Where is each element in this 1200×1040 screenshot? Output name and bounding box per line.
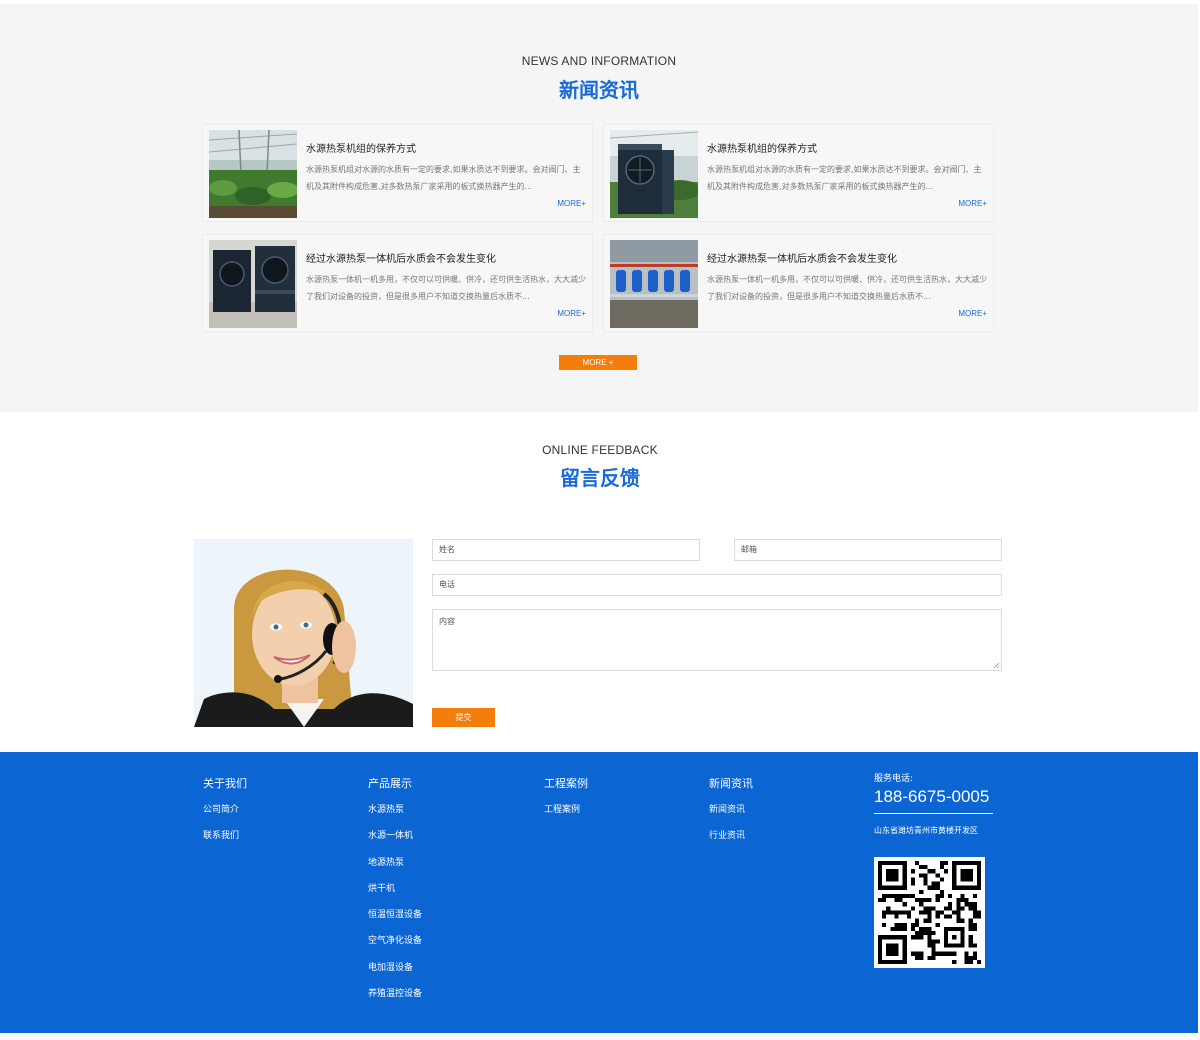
content-field[interactable]: 内容 (432, 609, 1002, 671)
feedback-title-en: ONLINE FEEDBACK (542, 443, 658, 457)
news-card-title[interactable]: 水源热泵机组的保养方式 (707, 140, 817, 155)
content-field-placeholder: 内容 (439, 617, 455, 626)
resize-handle-icon[interactable] (993, 662, 1000, 669)
footer-link[interactable]: 电加湿设备 (368, 961, 422, 987)
footer-column-head[interactable]: 新闻资讯 (709, 775, 753, 791)
footer-link[interactable]: 水源一体机 (368, 829, 422, 855)
qr-code (874, 857, 985, 968)
name-field-placeholder: 姓名 (439, 545, 455, 554)
news-card-more-link[interactable]: MORE+ (958, 309, 987, 318)
footer-column-products: 产品展示 水源热泵 水源一体机 地源热泵 烘干机 恒温恒湿设备 空气净化设备 电… (368, 775, 422, 1013)
news-card[interactable]: 水源热泵机组的保养方式 水源热泵机组对水源的水质有一定的要求,如果水质达不到要求… (603, 124, 994, 222)
news-card-title[interactable]: 经过水源热泵一体机后水质会不会发生变化 (707, 250, 897, 265)
news-card[interactable]: 水源热泵机组的保养方式 水源热泵机组对水源的水质有一定的要求,如果水质达不到要求… (202, 124, 593, 222)
footer-link[interactable]: 工程案例 (544, 803, 588, 829)
footer-link[interactable]: 新闻资讯 (709, 803, 753, 829)
footer-contact: 服务电话: 188-6675-0005 山东省潍坊青州市黄楼开发区 (874, 771, 994, 836)
pump-room-photo[interactable] (610, 240, 698, 328)
footer-column-about: 关于我们 公司简介 联系我们 (203, 775, 247, 856)
news-card-desc: 水源热泵一体机一机多用，不仅可以可供暖、供冷，还可供生活热水，大大减少了我们对设… (707, 275, 987, 301)
name-field[interactable]: 姓名 (432, 539, 700, 561)
news-title-en: NEWS AND INFORMATION (521, 54, 677, 68)
news-more-button[interactable]: MORE + (559, 355, 637, 370)
news-card-more-link[interactable]: MORE+ (557, 309, 586, 318)
heat-pump-units-photo[interactable] (209, 240, 297, 328)
footer-link[interactable]: 行业资讯 (709, 829, 753, 855)
company-address: 山东省潍坊青州市黄楼开发区 (874, 826, 978, 835)
footer-link[interactable]: 联系我们 (203, 829, 247, 855)
feedback-title-cn: 留言反馈 (560, 466, 640, 490)
news-card[interactable]: 经过水源热泵一体机后水质会不会发生变化 水源热泵一体机一机多用，不仅可以可供暖、… (202, 234, 593, 332)
footer-link[interactable]: 烘干机 (368, 882, 422, 908)
greenhouse-photo[interactable] (209, 130, 297, 218)
service-phone-number: 188-6675-0005 (874, 787, 993, 814)
news-card[interactable]: 经过水源热泵一体机后水质会不会发生变化 水源热泵一体机一机多用，不仅可以可供暖、… (603, 234, 994, 332)
news-section: NEWS AND INFORMATION 新闻资讯 水源热泵机组的保养方式 水源… (0, 4, 1198, 412)
service-phone-label: 服务电话: (874, 774, 914, 784)
customer-service-photo (194, 539, 413, 727)
phone-field-placeholder: 电话 (439, 580, 455, 589)
footer-column-cases: 工程案例 工程案例 (544, 775, 588, 829)
footer-link[interactable]: 水源热泵 (368, 803, 422, 829)
footer-column-head[interactable]: 关于我们 (203, 775, 247, 791)
page-bottom-strip (0, 1033, 1200, 1040)
email-field-placeholder: 邮箱 (741, 545, 757, 554)
heat-pump-photo[interactable] (610, 130, 698, 218)
feedback-section: ONLINE FEEDBACK 留言反馈 姓名 邮箱 电话 内容 提交 (0, 412, 1200, 752)
footer-link[interactable]: 养殖温控设备 (368, 987, 422, 1013)
footer-column-news: 新闻资讯 新闻资讯 行业资讯 (709, 775, 753, 856)
submit-button[interactable]: 提交 (432, 708, 495, 727)
news-card-desc: 水源热泵一体机一机多用，不仅可以可供暖、供冷，还可供生活热水，大大减少了我们对设… (306, 275, 586, 301)
news-card-title[interactable]: 经过水源热泵一体机后水质会不会发生变化 (306, 250, 496, 265)
footer-link[interactable]: 空气净化设备 (368, 934, 422, 960)
email-field[interactable]: 邮箱 (734, 539, 1002, 561)
footer: 关于我们 公司简介 联系我们 产品展示 水源热泵 水源一体机 地源热泵 烘干机 … (0, 752, 1198, 1033)
footer-column-head[interactable]: 产品展示 (368, 775, 422, 791)
news-card-title[interactable]: 水源热泵机组的保养方式 (306, 140, 416, 155)
news-card-more-link[interactable]: MORE+ (557, 199, 586, 208)
footer-link[interactable]: 公司简介 (203, 803, 247, 829)
news-card-more-link[interactable]: MORE+ (958, 199, 987, 208)
news-card-desc: 水源热泵机组对水源的水质有一定的要求,如果水质达不到要求。会对阀门、主机及其附件… (707, 165, 982, 191)
footer-column-head[interactable]: 工程案例 (544, 775, 588, 791)
news-title-cn: 新闻资讯 (559, 78, 639, 102)
footer-link[interactable]: 恒温恒湿设备 (368, 908, 422, 934)
phone-field[interactable]: 电话 (432, 574, 1002, 596)
news-card-desc: 水源热泵机组对水源的水质有一定的要求,如果水质达不到要求。会对阀门、主机及其附件… (306, 165, 581, 191)
footer-link[interactable]: 地源热泵 (368, 856, 422, 882)
